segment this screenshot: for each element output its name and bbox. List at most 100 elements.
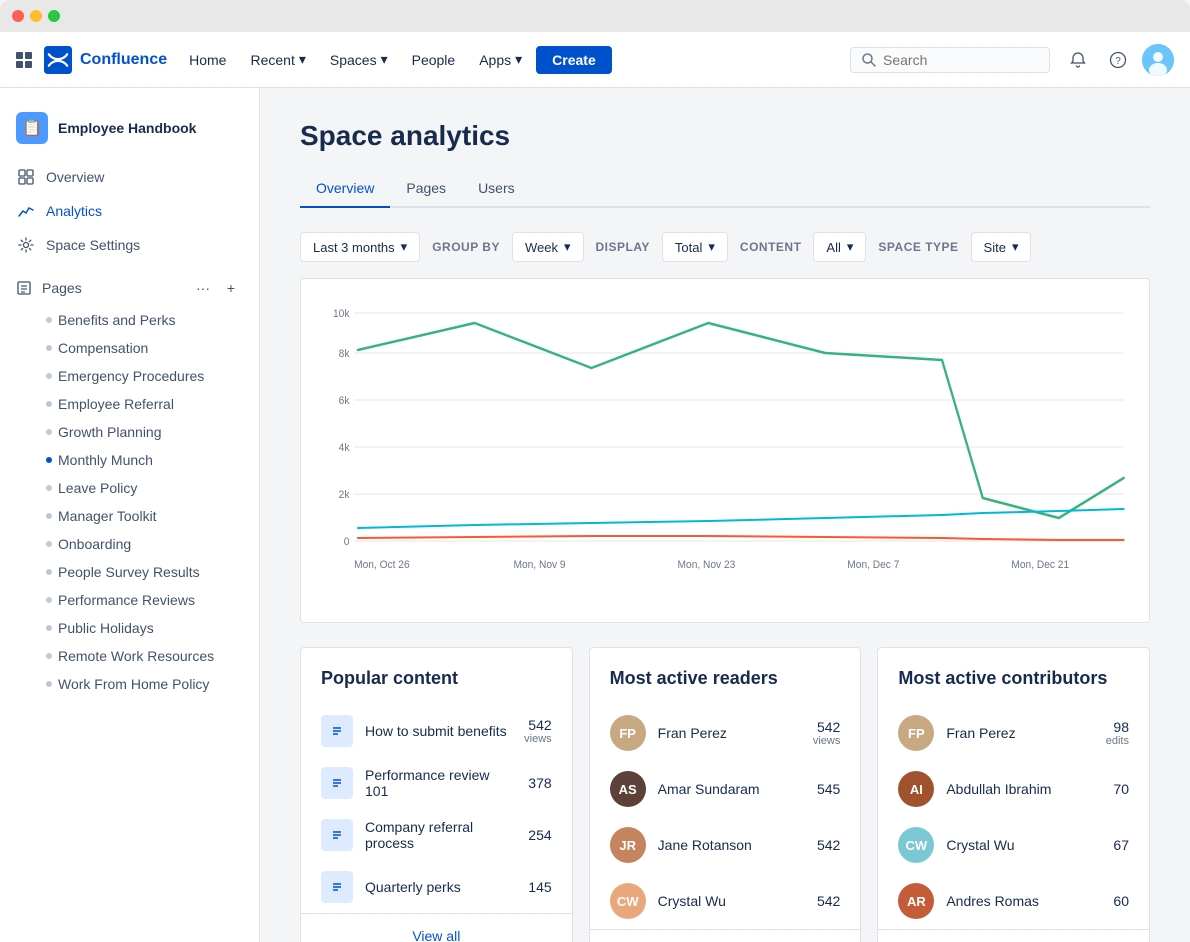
space-type-filter[interactable]: Site ▾ (971, 232, 1032, 262)
pages-add-button[interactable]: + (219, 276, 243, 300)
item-name: Company referral process (365, 819, 516, 851)
item-name: How to submit benefits (365, 723, 512, 739)
chevron-down-icon: ▾ (847, 239, 854, 255)
tab-overview[interactable]: Overview (300, 172, 390, 208)
list-item[interactable]: How to submit benefits 542 views (301, 705, 572, 757)
item-count: 378 (528, 775, 551, 791)
nav-recent[interactable]: Recent ▾ (240, 45, 315, 74)
nav-home[interactable]: Home (179, 46, 236, 74)
list-item[interactable]: FP Fran Perez 542 views (590, 705, 861, 761)
popular-content-card: Popular content How to submit benefits 5… (300, 647, 573, 942)
sidebar: 📋 Employee Handbook Overview Analytics (0, 88, 260, 942)
list-item[interactable]: AR Andres Romas 60 (878, 873, 1149, 929)
pages-section: Pages ··· + Benefits and Perks Compensati… (0, 270, 259, 698)
list-item[interactable]: AS Amar Sundaram 545 (590, 761, 861, 817)
sidebar-page-item[interactable]: Onboarding (0, 530, 259, 558)
group-by-filter[interactable]: Week ▾ (512, 232, 584, 262)
search-input[interactable] (883, 52, 1023, 68)
sidebar-page-item[interactable]: Benefits and Perks (0, 306, 259, 334)
active-readers-title: Most active readers (590, 648, 861, 705)
search-icon (861, 52, 877, 68)
list-item[interactable]: CW Crystal Wu 542 (590, 873, 861, 929)
sidebar-page-item[interactable]: Leave Policy (0, 474, 259, 502)
chevron-down-icon: ▾ (299, 51, 306, 68)
list-item[interactable]: CW Crystal Wu 67 (878, 817, 1149, 873)
analytics-chart: 10k 8k 6k 4k 2k 0 Mon, Oct 26 Mon, Nov 9… (300, 278, 1150, 623)
view-all-button[interactable]: View all (878, 930, 1149, 942)
sidebar-page-item[interactable]: Growth Planning (0, 418, 259, 446)
nav-spaces[interactable]: Spaces ▾ (320, 45, 398, 74)
space-header[interactable]: 📋 Employee Handbook (0, 104, 259, 160)
chevron-down-icon: ▾ (564, 239, 571, 255)
avatar: AI (898, 771, 934, 807)
item-name: Abdullah Ibrahim (946, 781, 1101, 797)
item-count: 542 (524, 717, 552, 733)
logo-text: Confluence (80, 51, 167, 69)
card-footer: View all (590, 929, 861, 942)
maximize-btn[interactable] (48, 10, 60, 22)
svg-text:4k: 4k (339, 442, 350, 454)
minimize-btn[interactable] (30, 10, 42, 22)
content-filter[interactable]: All ▾ (813, 232, 866, 262)
nav-apps[interactable]: Apps ▾ (469, 45, 532, 74)
date-range-filter[interactable]: Last 3 months ▾ (300, 232, 420, 262)
top-nav: Confluence Home Recent ▾ Spaces ▾ People… (0, 32, 1190, 88)
tab-pages[interactable]: Pages (390, 172, 462, 208)
page-label: Benefits and Perks (58, 312, 176, 328)
svg-text:?: ? (1115, 56, 1121, 67)
pages-header[interactable]: Pages ··· + (0, 270, 259, 306)
tab-users[interactable]: Users (462, 172, 531, 208)
sidebar-page-item[interactable]: Remote Work Resources (0, 642, 259, 670)
item-name: Amar Sundaram (658, 781, 805, 797)
sidebar-page-item[interactable]: People Survey Results (0, 558, 259, 586)
sidebar-page-item[interactable]: Performance Reviews (0, 586, 259, 614)
create-button[interactable]: Create (536, 46, 612, 74)
user-avatar[interactable] (1142, 44, 1174, 76)
avatar: FP (898, 715, 934, 751)
sidebar-page-item[interactable]: Emergency Procedures (0, 362, 259, 390)
list-item[interactable]: FP Fran Perez 98 edits (878, 705, 1149, 761)
app-switcher-icon[interactable] (16, 52, 32, 68)
sidebar-item-analytics[interactable]: Analytics (0, 194, 259, 228)
view-all-button[interactable]: View all (590, 930, 861, 942)
list-item[interactable]: Performance review 101 378 (301, 757, 572, 809)
list-item[interactable]: JR Jane Rotanson 542 (590, 817, 861, 873)
svg-text:2k: 2k (339, 489, 350, 501)
settings-icon (16, 235, 36, 255)
page-label: Growth Planning (58, 424, 162, 440)
view-all-button[interactable]: View all (301, 914, 572, 942)
nav-people[interactable]: People (402, 46, 466, 74)
item-name: Performance review 101 (365, 767, 516, 799)
item-count: 145 (528, 879, 551, 895)
active-readers-card: Most active readers FP Fran Perez 542 vi… (589, 647, 862, 942)
logo[interactable]: Confluence (44, 46, 167, 74)
search-box[interactable] (850, 47, 1050, 73)
list-item[interactable]: Quarterly perks 145 (301, 861, 572, 913)
notifications-button[interactable] (1062, 44, 1094, 76)
doc-icon (321, 767, 353, 799)
sidebar-page-item[interactable]: Monthly Munch (0, 446, 259, 474)
sidebar-item-settings[interactable]: Space Settings (0, 228, 259, 262)
sidebar-page-item[interactable]: Compensation (0, 334, 259, 362)
pages-more-button[interactable]: ··· (191, 276, 215, 300)
list-item[interactable]: Company referral process 254 (301, 809, 572, 861)
sidebar-page-item[interactable]: Manager Toolkit (0, 502, 259, 530)
chart-svg: 10k 8k 6k 4k 2k 0 Mon, Oct 26 Mon, Nov 9… (317, 303, 1133, 603)
page-label: Public Holidays (58, 620, 154, 636)
svg-text:10k: 10k (333, 308, 350, 320)
list-item[interactable]: AI Abdullah Ibrahim 70 (878, 761, 1149, 817)
page-bullet (46, 485, 52, 491)
help-button[interactable]: ? (1102, 44, 1134, 76)
svg-text:Mon, Nov 9: Mon, Nov 9 (514, 559, 566, 571)
sidebar-item-overview[interactable]: Overview (0, 160, 259, 194)
item-name: Fran Perez (658, 725, 801, 741)
close-btn[interactable] (12, 10, 24, 22)
doc-icon (321, 819, 353, 851)
sidebar-page-item[interactable]: Public Holidays (0, 614, 259, 642)
sidebar-page-item[interactable]: Work From Home Policy (0, 670, 259, 698)
sidebar-page-item[interactable]: Employee Referral (0, 390, 259, 418)
doc-icon (321, 715, 353, 747)
display-filter[interactable]: Total ▾ (662, 232, 728, 262)
chevron-down-icon: ▾ (515, 51, 522, 68)
page-label: Monthly Munch (58, 452, 153, 468)
